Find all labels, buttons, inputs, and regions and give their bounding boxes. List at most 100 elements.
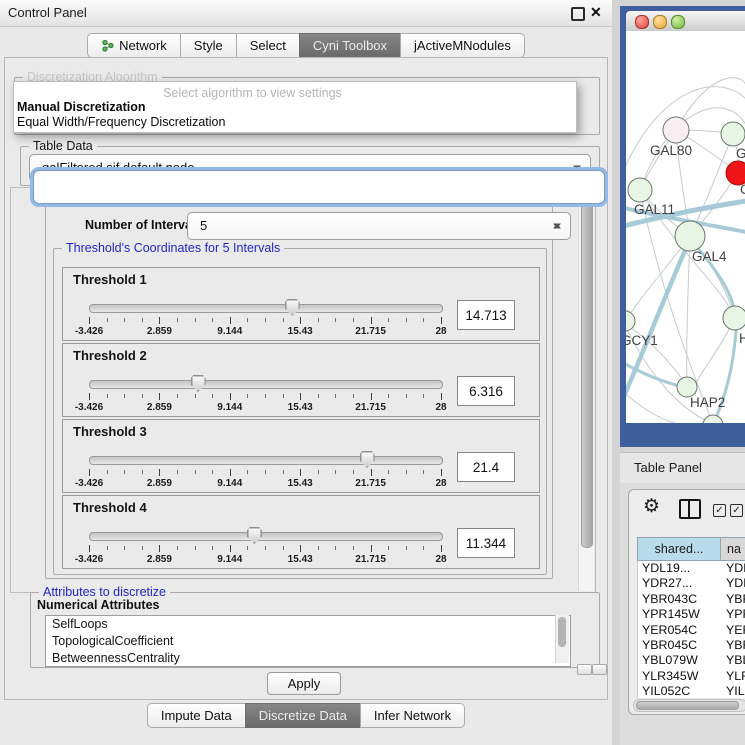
- threshold-slider[interactable]: -3.4262.8599.14415.4321.71528: [89, 372, 441, 414]
- attribute-item-topologicalcoefficient[interactable]: TopologicalCoefficient: [46, 633, 570, 650]
- table-row[interactable]: YER054CYER0: [638, 623, 745, 638]
- list-scrollbar[interactable]: [555, 615, 569, 663]
- tick-mark: [195, 546, 196, 550]
- tick-mark: [353, 394, 354, 398]
- slider-thumb[interactable]: [247, 527, 262, 544]
- network-node-ga[interactable]: [721, 122, 745, 146]
- table-row[interactable]: YLR345WYLR3: [638, 669, 745, 684]
- vertical-scrollbar[interactable]: [578, 189, 594, 591]
- close-icon[interactable]: ✕: [590, 4, 602, 21]
- tab-jactivemnodules[interactable]: jActiveMNodules: [400, 33, 525, 58]
- threshold-slider[interactable]: -3.4262.8599.14415.4321.71528: [89, 524, 441, 566]
- tab-impute-data[interactable]: Impute Data: [147, 703, 246, 728]
- algorithm-option-equal-width-frequency-discretization[interactable]: Equal Width/Frequency Discretization: [14, 115, 576, 130]
- network-node-gal4[interactable]: [675, 221, 705, 251]
- scrollbar-thumb[interactable]: [558, 617, 566, 647]
- network-node-gal80[interactable]: [663, 117, 689, 143]
- slider-thumb[interactable]: [285, 299, 300, 316]
- checkbox-icon[interactable]: ✓: [730, 504, 743, 517]
- table-row[interactable]: YDR27...YDR2: [638, 576, 745, 591]
- network-node-gcy1[interactable]: [626, 311, 635, 331]
- tick-mark: [212, 318, 213, 322]
- scale-label: 21.715: [355, 478, 386, 489]
- apply-button[interactable]: Apply: [267, 672, 341, 695]
- tick-mark: [107, 394, 108, 398]
- popup-placeholder: Select algorithm to view settings: [14, 85, 576, 100]
- algorithm-option-manual-discretization[interactable]: Manual Discretization: [14, 100, 576, 115]
- column-header-shared-name[interactable]: shared...: [637, 537, 721, 561]
- tab-style[interactable]: Style: [180, 33, 237, 58]
- tick-mark: [335, 318, 336, 322]
- scale-label: -3.426: [75, 402, 103, 413]
- tick-mark: [89, 317, 90, 324]
- intervals-combobox[interactable]: 5: [187, 212, 571, 240]
- table-row[interactable]: YBR045CYBR0: [638, 638, 745, 653]
- tick-mark: [212, 394, 213, 398]
- tab-cyni-toolbox[interactable]: Cyni Toolbox: [299, 33, 401, 58]
- scale-label: 2.859: [147, 554, 172, 565]
- tick-mark: [283, 394, 284, 398]
- threshold-value-input[interactable]: [457, 528, 515, 558]
- table-panel: ⚙ ✓ ✓ shared... na YDL19...YDL1YDR27...Y…: [628, 489, 745, 715]
- scale-label: 15.43: [288, 402, 313, 413]
- tick-mark: [265, 318, 266, 322]
- threshold-value-input[interactable]: [457, 376, 515, 406]
- tab-select[interactable]: Select: [236, 33, 300, 58]
- scroll-button[interactable]: [577, 664, 592, 675]
- network-node-h[interactable]: [723, 306, 745, 330]
- network-node-gal11[interactable]: [628, 178, 652, 202]
- tick-mark: [159, 469, 160, 476]
- scrollbar-thumb[interactable]: [636, 701, 739, 710]
- table-row[interactable]: YDL19...YDL1: [638, 561, 745, 576]
- threshold-slider[interactable]: -3.4262.8599.14415.4321.71528: [89, 448, 441, 490]
- threshold-value-input[interactable]: [457, 452, 515, 482]
- threshold-slider[interactable]: -3.4262.8599.14415.4321.71528: [89, 296, 441, 338]
- tab-label: Infer Network: [374, 708, 451, 723]
- tick-mark: [283, 470, 284, 474]
- tick-mark: [159, 545, 160, 552]
- column-header-name[interactable]: na: [720, 537, 745, 561]
- scroll-button[interactable]: [592, 664, 607, 675]
- columns-icon[interactable]: [679, 499, 701, 519]
- slider-thumb[interactable]: [360, 451, 375, 468]
- threshold-value-input[interactable]: [457, 300, 515, 330]
- algorithm-combobox[interactable]: [33, 170, 605, 204]
- network-node-hap2[interactable]: [677, 377, 697, 397]
- zoom-traffic-light[interactable]: [671, 15, 685, 29]
- tick-mark: [300, 545, 301, 552]
- tick-mark: [300, 317, 301, 324]
- checkbox-icon[interactable]: ✓: [713, 504, 726, 517]
- float-window-icon[interactable]: [571, 7, 585, 21]
- scale-label: -3.426: [75, 478, 103, 489]
- tick-mark: [300, 393, 301, 400]
- close-traffic-light[interactable]: [635, 15, 649, 29]
- tick-mark: [371, 393, 372, 400]
- horizontal-scrollbar[interactable]: [633, 699, 745, 712]
- tab-infer-network[interactable]: Infer Network: [360, 703, 465, 728]
- algorithm-dropdown-popup: Select algorithm to view settingsManual …: [13, 81, 577, 133]
- tab-discretize-data[interactable]: Discretize Data: [245, 703, 361, 728]
- slider-scale: -3.4262.8599.14415.4321.71528: [89, 326, 441, 338]
- table-row[interactable]: YIL052CYIL0: [638, 684, 745, 698]
- tick-mark: [107, 318, 108, 322]
- control-panel-titlebar: Control Panel ✕: [0, 0, 612, 27]
- tick-mark: [423, 394, 424, 398]
- network-node[interactable]: [703, 415, 723, 423]
- table-row[interactable]: YBL079WYBL0: [638, 653, 745, 668]
- gear-icon[interactable]: ⚙: [643, 495, 660, 518]
- tick-mark: [265, 394, 266, 398]
- attribute-item-selfloops[interactable]: SelfLoops: [46, 616, 570, 633]
- attribute-item-betweennesscentrality[interactable]: BetweennessCentrality: [46, 650, 570, 667]
- numerical-attributes-list[interactable]: SelfLoopsTopologicalCoefficientBetweenne…: [45, 615, 571, 667]
- table-row[interactable]: YBR043CYBR0: [638, 592, 745, 607]
- network-canvas[interactable]: GAL80GACGAL11GAL4GCY1HHAP2: [626, 31, 745, 423]
- tick-mark: [89, 469, 90, 476]
- minimize-traffic-light[interactable]: [653, 15, 667, 29]
- cell-shared-name: YER054C: [642, 623, 697, 638]
- tab-network[interactable]: Network: [87, 33, 181, 58]
- tab-label: Discretize Data: [259, 708, 347, 723]
- table-row[interactable]: YPR145WYPR1: [638, 607, 745, 622]
- slider-thumb[interactable]: [191, 375, 206, 392]
- node-label: GAL4: [692, 249, 727, 264]
- scrollbar-thumb[interactable]: [581, 201, 593, 548]
